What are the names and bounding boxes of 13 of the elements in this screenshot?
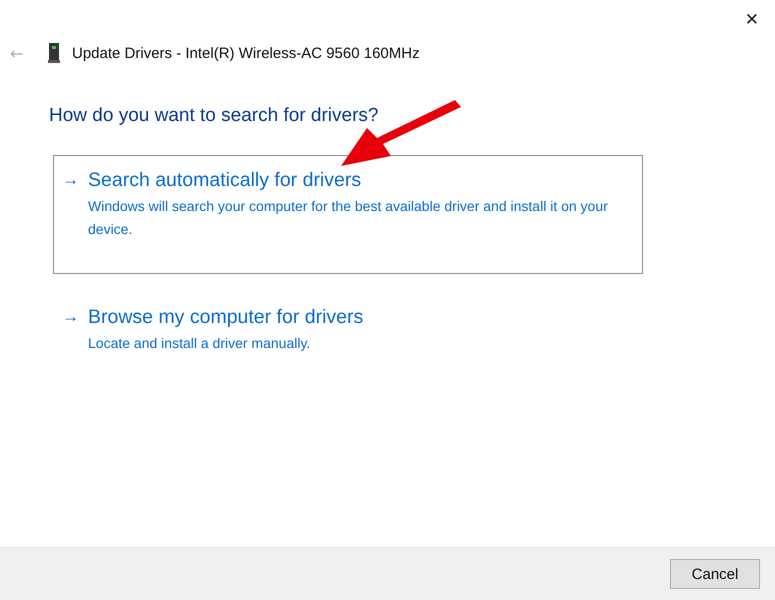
- close-button[interactable]: ✕: [742, 8, 761, 32]
- window-title: Update Drivers - Intel(R) Wireless-AC 9560 160MHz: [72, 44, 420, 62]
- option-description: Locate and install a driver manually.: [88, 334, 312, 353]
- arrow-icon: →: [62, 305, 79, 355]
- option-card[interactable]: → Search automatically for drivers Windows will search your computer for the best available driver and install it on your device.: [53, 155, 643, 274]
- arrow-icon: →: [62, 168, 79, 259]
- option-card[interactable]: → Browse my computer for drivers Locate and install a driver manually.: [53, 292, 643, 370]
- network-adapter-icon: [48, 43, 60, 63]
- option-description: Windows will search your computer for the best available driver and install it on your device.: [88, 197, 609, 239]
- option-title[interactable]: Browse my computer for drivers: [88, 305, 613, 329]
- cancel-button[interactable]: Cancel: [670, 559, 760, 589]
- option-title[interactable]: Search automatically for drivers: [88, 168, 613, 192]
- heading: How do you want to search for drivers?: [49, 105, 380, 127]
